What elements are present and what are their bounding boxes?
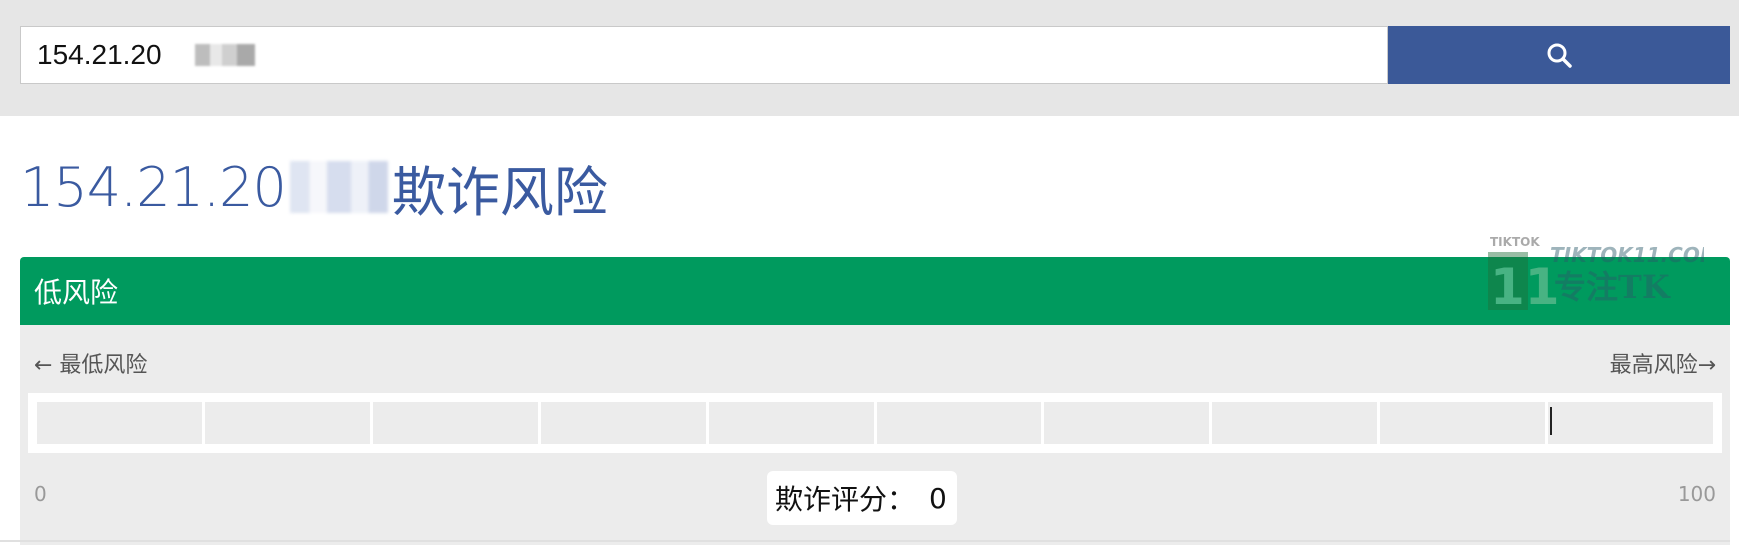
lowest-risk-label: ← 最低风险 xyxy=(34,353,148,378)
gauge-segment xyxy=(1212,402,1378,444)
page-title: 154.21.20 欺诈风险 xyxy=(20,152,608,224)
divider xyxy=(0,540,1730,542)
search-input[interactable] xyxy=(21,26,199,84)
gauge-segment xyxy=(540,402,706,444)
risk-level-label: 低风险 xyxy=(34,276,119,309)
scale-min-value: 0 xyxy=(34,482,47,506)
risk-level-header: 低风险 xyxy=(20,257,1730,325)
gauge-segment xyxy=(204,402,370,444)
highest-risk-label: 最高风险→ xyxy=(1609,353,1716,378)
search-bar-area xyxy=(0,0,1739,116)
redacted-ip-part xyxy=(289,161,388,213)
fraud-score-box: 欺诈评分： 0 xyxy=(767,471,957,525)
gauge-marker xyxy=(1550,407,1552,435)
gauge-segment xyxy=(1548,402,1714,444)
search-button[interactable] xyxy=(1388,26,1730,84)
fraud-score-value: 0 xyxy=(929,481,947,515)
risk-gauge xyxy=(28,393,1722,453)
gauge-segment xyxy=(1380,402,1546,444)
gauge-segment xyxy=(876,402,1042,444)
watermark-top-text: TIKTOK xyxy=(1490,235,1540,249)
redacted-ip-part xyxy=(195,44,255,66)
scale-max-value: 100 xyxy=(1677,482,1716,506)
risk-panel-body: ← 最低风险 最高风险→ 0 100 欺诈评分： 0 xyxy=(20,325,1730,545)
search-icon xyxy=(1547,43,1572,68)
gauge-segment xyxy=(37,402,202,444)
gauge-segment xyxy=(1044,402,1210,444)
gauge-segment xyxy=(372,402,538,444)
search-field[interactable] xyxy=(20,26,1388,84)
fraud-score-label: 欺诈评分： xyxy=(775,483,916,516)
page-title-suffix: 欺诈风险 xyxy=(391,160,608,224)
page-title-ip: 154.21.20 xyxy=(20,155,287,219)
gauge-segment xyxy=(708,402,874,444)
